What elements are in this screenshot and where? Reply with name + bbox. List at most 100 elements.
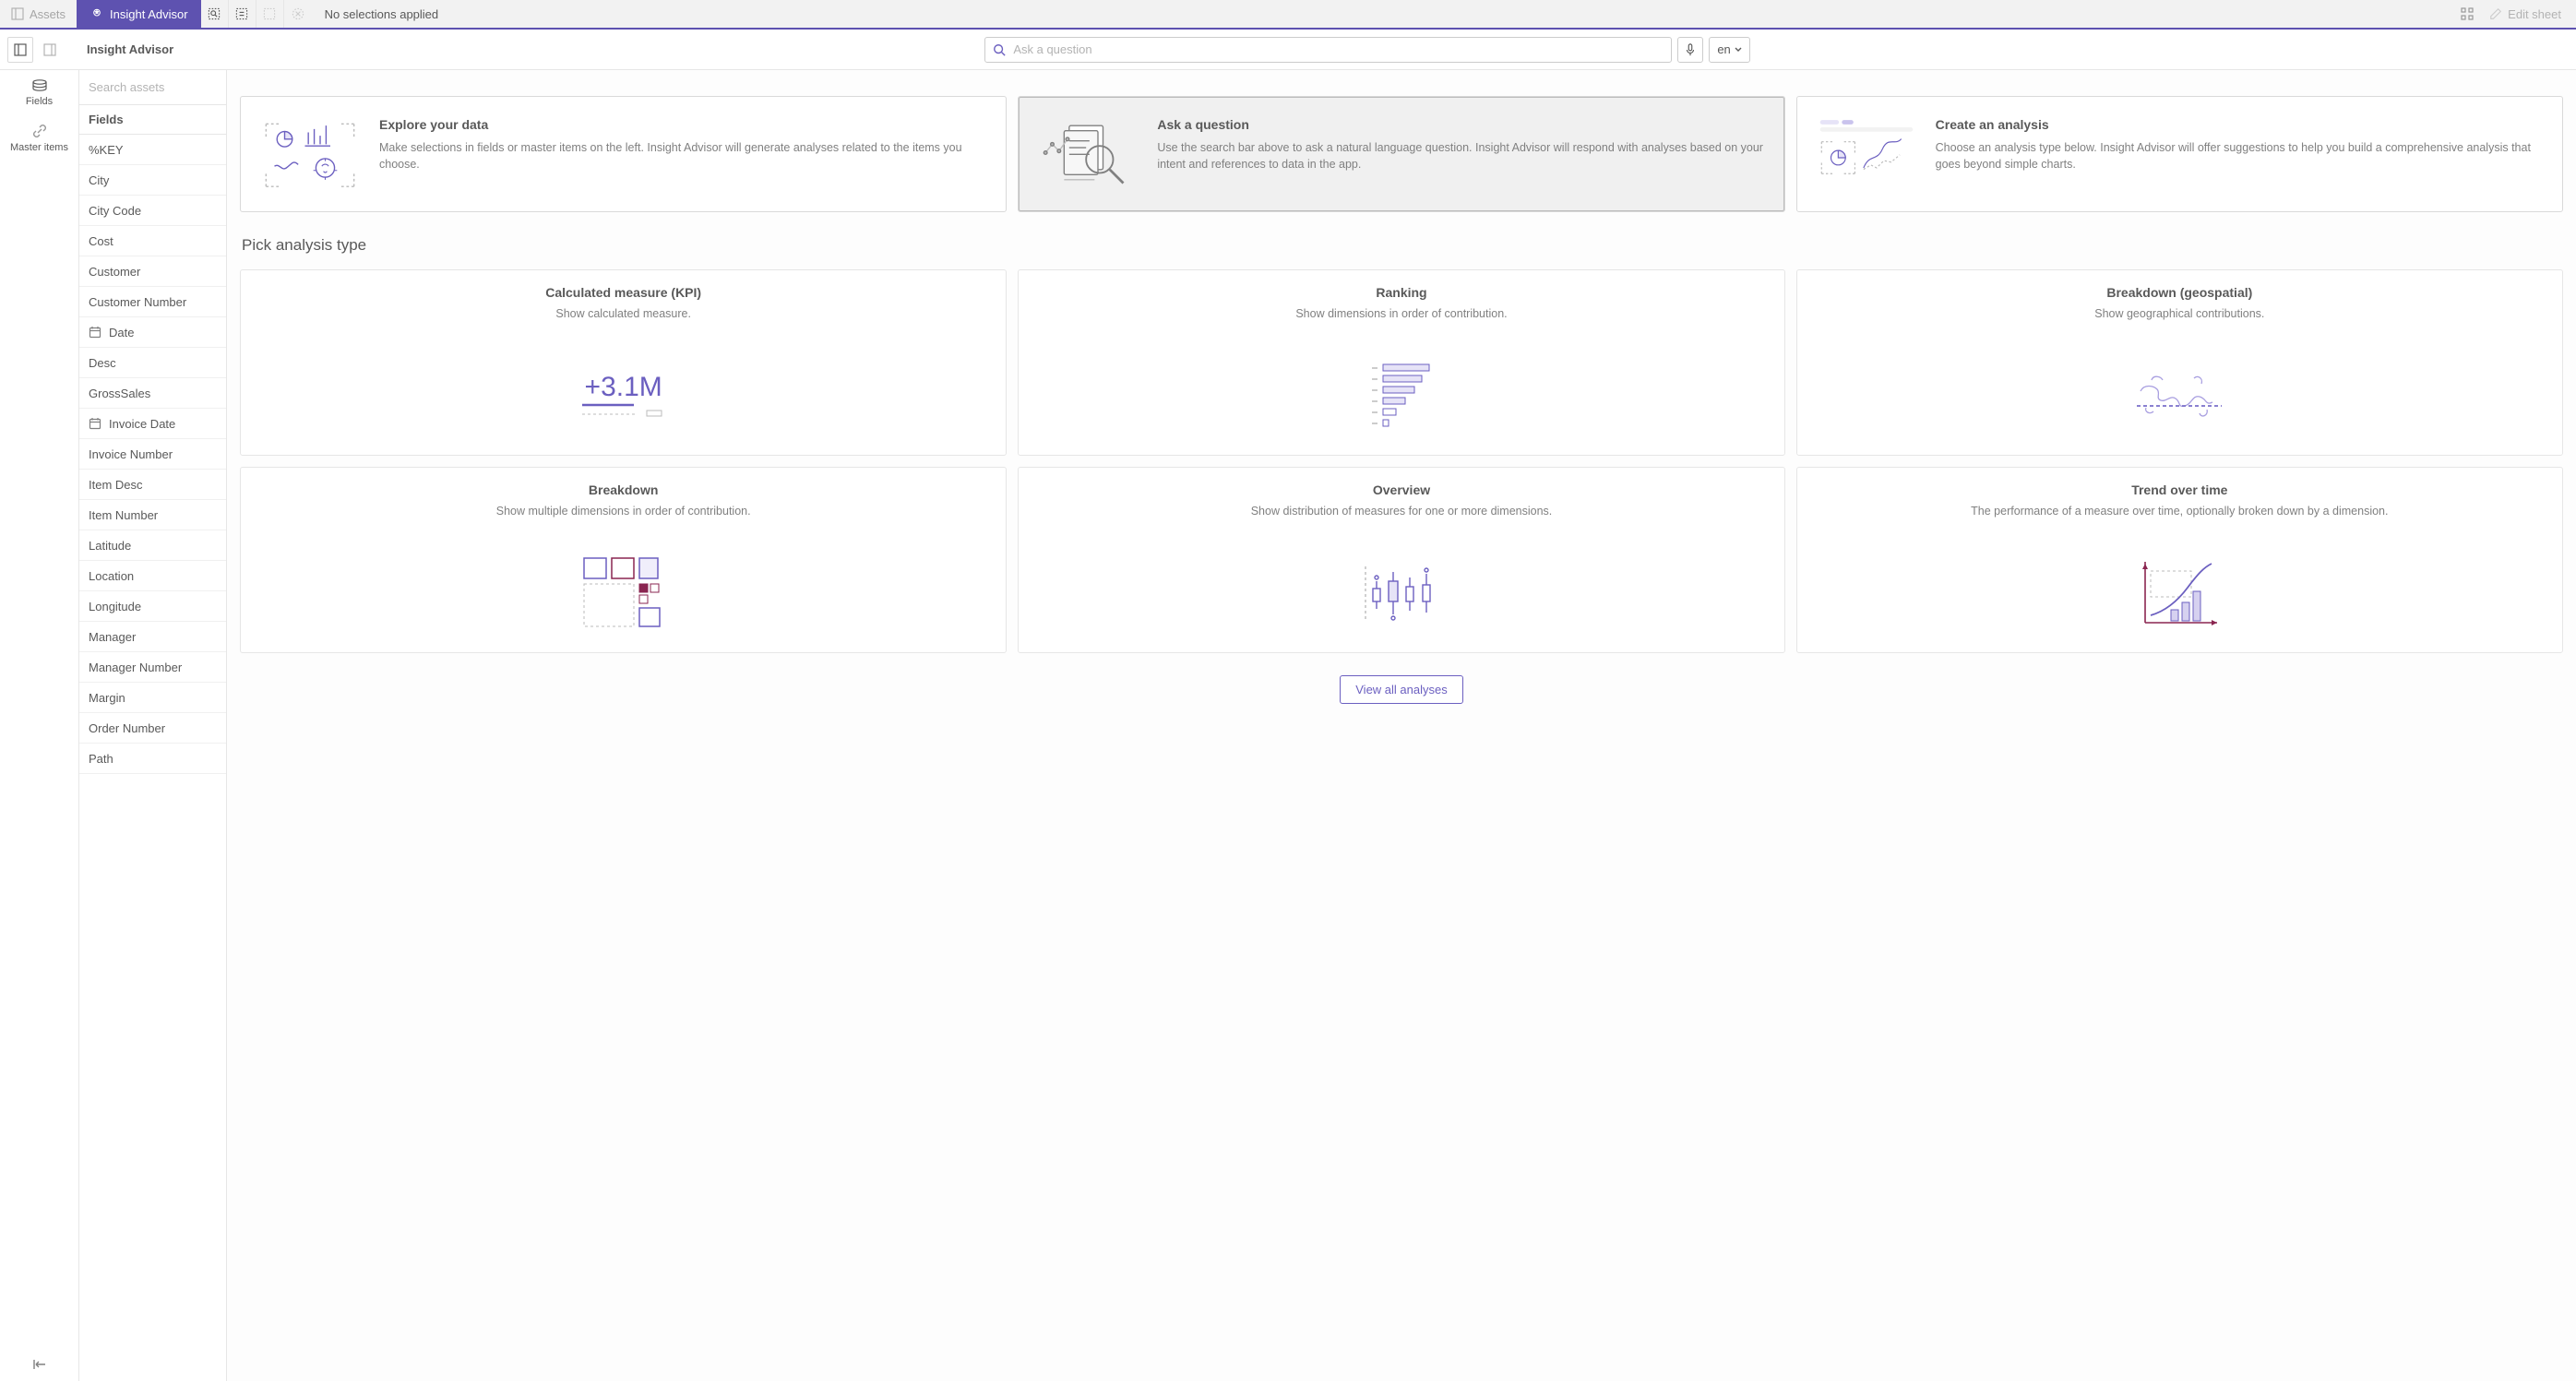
field-label: Invoice Date [109, 417, 175, 431]
field-row[interactable]: Invoice Date [79, 409, 226, 439]
page-title: Insight Advisor [70, 42, 173, 56]
field-row[interactable]: Customer [79, 256, 226, 287]
analysis-card-trend[interactable]: Trend over timeThe performance of a meas… [1796, 467, 2563, 653]
analysis-card-treemap[interactable]: Breakdown Show multiple dimensions in ord… [240, 467, 1007, 653]
smart-search-icon[interactable] [201, 0, 229, 28]
bookmarks-icon[interactable] [2460, 6, 2475, 21]
view-all-analyses-button[interactable]: View all analyses [1340, 675, 1462, 704]
assets-label: Assets [30, 7, 66, 21]
analysis-card-geo[interactable]: Breakdown (geospatial)Show geographical … [1796, 269, 2563, 456]
edit-sheet-button: Edit sheet [2489, 7, 2561, 21]
no-selections-text: No selections applied [312, 0, 439, 28]
panel-toggle-right[interactable] [37, 37, 63, 63]
rail-fields[interactable]: Fields [0, 70, 78, 114]
field-row[interactable]: Customer Number [79, 287, 226, 317]
field-row[interactable]: Order Number [79, 713, 226, 744]
collapse-icon [32, 1359, 47, 1370]
panel-toggle-left[interactable] [7, 37, 33, 63]
field-row[interactable]: Path [79, 744, 226, 774]
top-card-create[interactable]: Create an analysis Choose an analysis typ… [1796, 96, 2563, 212]
analysis-visual [1032, 355, 1771, 436]
field-row[interactable]: Location [79, 561, 226, 591]
card-title: Create an analysis [1936, 117, 2544, 132]
mic-icon [1685, 43, 1696, 56]
analysis-card-ranking[interactable]: RankingShow dimensions in order of contr… [1018, 269, 1784, 456]
card-desc: Make selections in fields or master item… [379, 139, 987, 173]
field-label: Invoice Number [89, 447, 173, 461]
top-card-ask[interactable]: Ask a questionUse the search bar above t… [1018, 96, 1784, 212]
field-label: Longitude [89, 600, 141, 613]
analysis-title: Trend over time [1810, 482, 2549, 497]
language-button[interactable]: en [1709, 37, 1749, 63]
advisor-bulb-icon [89, 6, 104, 21]
field-label: Margin [89, 691, 125, 705]
rail-master-items[interactable]: Master items [0, 114, 78, 161]
chevron-down-icon [1735, 47, 1742, 52]
panel-left-icon [14, 43, 27, 56]
analysis-visual: +3.1M [254, 355, 993, 436]
field-label: Manager Number [89, 661, 182, 674]
card-title: Explore your data [379, 117, 987, 132]
field-row[interactable]: Date [79, 317, 226, 348]
fields-search-input[interactable] [89, 80, 217, 94]
card-desc: Choose an analysis type below. Insight A… [1936, 139, 2544, 173]
top-card-explore[interactable]: Explore your data Make selections in fiel… [240, 96, 1007, 212]
field-row[interactable]: GrossSales [79, 378, 226, 409]
rail-collapse-button[interactable] [0, 1359, 78, 1370]
analysis-title: Breakdown [254, 482, 993, 497]
analysis-visual [1810, 553, 2549, 634]
field-label: Manager [89, 630, 136, 644]
assets-button[interactable]: Assets [0, 0, 77, 28]
field-label: Location [89, 569, 134, 583]
field-row[interactable]: Item Desc [79, 470, 226, 500]
advisor-label: Insight Advisor [110, 7, 188, 21]
field-row[interactable]: Item Number [79, 500, 226, 530]
search-input[interactable] [1013, 42, 1664, 56]
clear-selections-icon [284, 0, 312, 28]
analysis-desc: Show calculated measure. [254, 307, 993, 339]
search-box[interactable] [984, 37, 1672, 63]
fields-list[interactable]: %KEYCityCity Code Cost CustomerCustomer Nu… [79, 135, 226, 1381]
analysis-card-kpi[interactable]: Calculated measure (KPI) Show calculated … [240, 269, 1007, 456]
field-label: Cost [89, 234, 113, 248]
mic-button[interactable] [1677, 37, 1703, 63]
panel-icon [11, 7, 24, 20]
calendar-icon [89, 417, 101, 430]
analysis-card-box[interactable]: Overview Show distribution of measures fo… [1018, 467, 1784, 653]
section-title: Pick analysis type [242, 236, 2561, 255]
selections-tool-icon[interactable] [229, 0, 256, 28]
analysis-visual [254, 553, 993, 634]
left-rail: Fields Master items [0, 70, 79, 1381]
analysis-desc: Show distribution of measures for one or… [1032, 505, 1771, 536]
analysis-desc: Show dimensions in order of contribution… [1032, 307, 1771, 339]
card-illustration [259, 117, 361, 191]
field-row[interactable]: City Code [79, 196, 226, 226]
field-row[interactable]: %KEY [79, 135, 226, 165]
field-label: Order Number [89, 721, 165, 735]
field-row[interactable]: Manager Number [79, 652, 226, 683]
field-row[interactable]: Desc [79, 348, 226, 378]
field-row[interactable]: Margin [79, 683, 226, 713]
calendar-icon [89, 326, 101, 339]
content-area: Explore your data Make selections in fiel… [227, 70, 2576, 1381]
card-illustration [1816, 117, 1917, 191]
field-label: Item Desc [89, 478, 143, 492]
field-row[interactable]: Latitude [79, 530, 226, 561]
field-row[interactable]: Cost [79, 226, 226, 256]
analysis-title: Calculated measure (KPI) [254, 285, 993, 300]
card-desc: Use the search bar above to ask a natura… [1157, 139, 1765, 173]
field-row[interactable]: Manager [79, 622, 226, 652]
panel-right-icon [43, 43, 56, 56]
field-row[interactable]: Invoice Number [79, 439, 226, 470]
field-row[interactable]: City [79, 165, 226, 196]
rail-fields-label: Fields [26, 96, 53, 107]
analysis-desc: Show multiple dimensions in order of con… [254, 505, 993, 536]
field-row[interactable]: Longitude [79, 591, 226, 622]
secondary-bar: Insight Advisor en [0, 30, 2576, 70]
pencil-icon [2489, 7, 2502, 20]
field-label: Date [109, 326, 134, 339]
rail-master-label: Master items [10, 142, 68, 153]
analysis-title: Overview [1032, 482, 1771, 497]
field-label: Path [89, 752, 113, 766]
insight-advisor-button[interactable]: Insight Advisor [77, 0, 201, 28]
